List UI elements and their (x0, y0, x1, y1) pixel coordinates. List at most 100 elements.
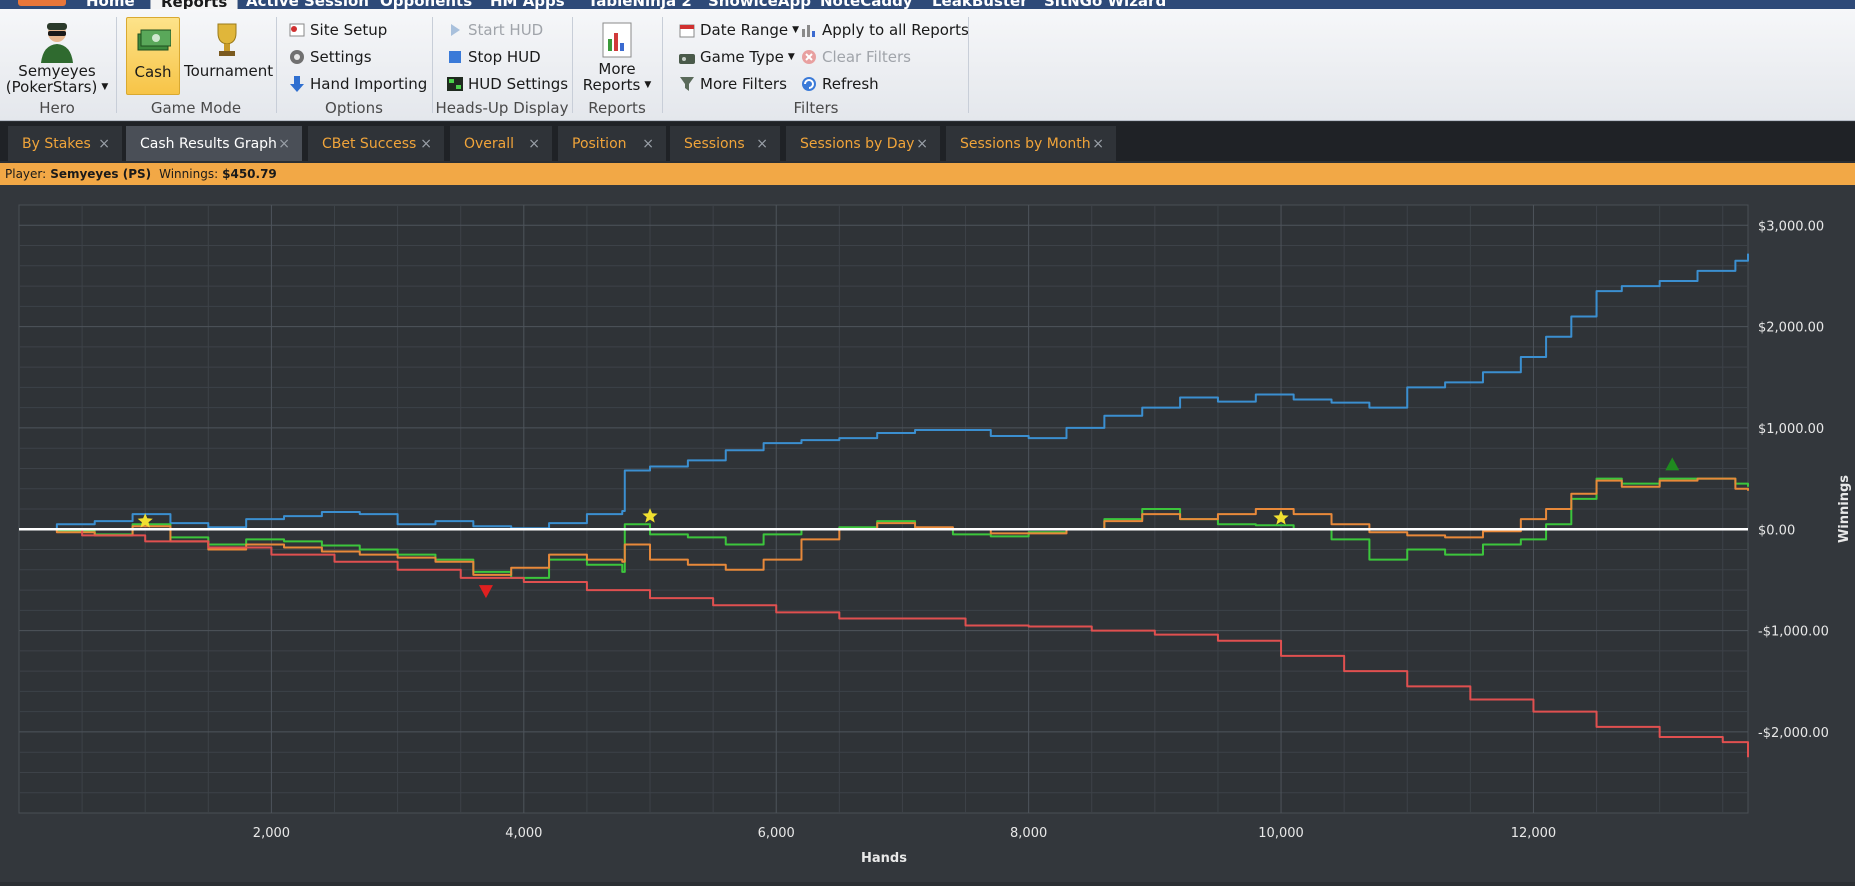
apply-filter-icon (800, 21, 818, 39)
reports-group-label: Reports (588, 99, 646, 117)
tab-sessions-by-day[interactable]: Sessions by Day × (786, 126, 940, 161)
date-range-button[interactable]: Date Range ▼ (678, 18, 799, 42)
refresh-button[interactable]: Refresh (800, 72, 879, 96)
menu-home[interactable]: Home (86, 0, 135, 9)
tournament-label: Tournament (184, 62, 274, 80)
cash-button[interactable]: Cash (126, 17, 180, 95)
y-axis-label: Winnings (1837, 475, 1852, 543)
tab-sessions-by-month[interactable]: Sessions by Month × (946, 126, 1116, 161)
player-label: Player: (5, 167, 47, 181)
tab-label: Sessions (684, 135, 745, 152)
ribbon-divider (432, 17, 433, 113)
close-icon[interactable]: × (1092, 136, 1104, 152)
game-type-button[interactable]: Game Type ▼ (678, 45, 795, 69)
site-setup-icon (288, 21, 306, 39)
game-type-icon (678, 48, 696, 66)
menu-leakbuster[interactable]: LeakBuster (932, 0, 1028, 9)
ribbon-divider (662, 17, 663, 113)
ribbon-divider (276, 17, 277, 113)
hand-importing-label: Hand Importing (310, 75, 428, 93)
report-tab-bar: By Stakes × Cash Results Graph × CBet Succ… (0, 122, 1855, 161)
close-icon[interactable]: × (642, 136, 654, 152)
close-icon[interactable]: × (98, 136, 110, 152)
menu-hm-apps[interactable]: HM Apps (490, 0, 565, 9)
tournament-button[interactable]: Tournament (184, 17, 274, 95)
x-tick-label: 2,000 (253, 826, 290, 841)
ribbon-divider (968, 17, 969, 113)
y-tick-label: $2,000.00 (1758, 321, 1824, 336)
apply-all-reports-label: Apply to all Reports (822, 21, 969, 39)
tab-overall[interactable]: Overall × (450, 126, 552, 161)
tab-position[interactable]: Position × (558, 126, 666, 161)
game-mode-group-label: Game Mode (150, 99, 242, 117)
options-group-label: Options (325, 99, 383, 117)
site-setup-label: Site Setup (310, 21, 388, 39)
menu-active-session[interactable]: Active Session (246, 0, 369, 9)
hero-button[interactable]: Semyeyes (PokerStars) ▼ (6, 17, 108, 95)
x-axis-ticks: 2,000 4,000 6,000 8,000 10,000 12,000 (253, 826, 1556, 841)
start-hud-button[interactable]: Start HUD (446, 18, 543, 42)
date-range-label: Date Range (700, 21, 789, 39)
app-menu-button[interactable] (18, 0, 66, 6)
player-value: Semyeyes (PS) (50, 167, 152, 181)
site-setup-button[interactable]: Site Setup (288, 18, 387, 42)
more-filters-button[interactable]: More Filters (678, 72, 787, 96)
menu-notecaddy[interactable]: NoteCaddy (820, 0, 913, 9)
ribbon: Semyeyes (PokerStars) ▼ Hero Cash Tournam… (0, 9, 1855, 121)
winnings-label: Winnings: (159, 167, 219, 181)
results-chart: 2,000 4,000 6,000 8,000 10,000 12,000 $3,000.… (18, 204, 1852, 866)
ribbon-divider (116, 17, 117, 113)
main-menu-bar: Home Reports Active Session Opponents HM… (0, 0, 1855, 9)
close-icon[interactable]: × (420, 136, 432, 152)
hud-group-label: Heads-Up Display (435, 99, 569, 117)
close-icon[interactable]: × (756, 136, 768, 152)
hud-settings-icon (446, 75, 464, 93)
play-icon (446, 21, 464, 39)
stop-hud-button[interactable]: Stop HUD (446, 45, 541, 69)
chevron-down-icon: ▼ (644, 80, 652, 90)
x-axis-label: Hands (861, 851, 907, 866)
game-type-label: Game Type (700, 48, 784, 66)
hand-importing-button[interactable]: Hand Importing (288, 72, 427, 96)
hud-group: Start HUD Stop HUD HUD Settings Heads-Up… (434, 13, 570, 119)
y-tick-label: $1,000.00 (1758, 422, 1824, 437)
trophy-icon (217, 23, 237, 56)
avatar-icon (41, 23, 73, 63)
x-tick-label: 6,000 (758, 826, 795, 841)
reports-group: More Reports ▼ Reports (574, 13, 660, 119)
start-hud-label: Start HUD (468, 21, 544, 39)
menu-sitngo-wizard[interactable]: SitNGo Wizard (1044, 0, 1166, 9)
more-reports-button[interactable]: More Reports ▼ (578, 17, 656, 95)
close-icon[interactable]: × (528, 136, 540, 152)
close-icon[interactable]: × (278, 136, 290, 152)
stop-icon (446, 48, 464, 66)
tab-by-stakes[interactable]: By Stakes × (8, 126, 122, 161)
tab-label: Overall (464, 135, 515, 152)
hud-settings-button[interactable]: HUD Settings (446, 72, 568, 96)
tab-label: CBet Success (322, 135, 417, 152)
tab-sessions[interactable]: Sessions × (670, 126, 780, 161)
menu-opponents[interactable]: Opponents (380, 0, 472, 9)
settings-button[interactable]: Settings (288, 45, 372, 69)
chevron-down-icon: ▼ (792, 25, 800, 35)
settings-label: Settings (310, 48, 372, 66)
tab-cbet-success[interactable]: CBet Success × (308, 126, 444, 161)
chevron-down-icon: ▼ (787, 52, 795, 62)
menu-showiceapp[interactable]: ShowiceApp (708, 0, 811, 9)
tab-label: By Stakes (22, 135, 91, 152)
stop-hud-label: Stop HUD (468, 48, 541, 66)
tab-cash-results-graph[interactable]: Cash Results Graph × (126, 126, 302, 161)
close-icon[interactable]: × (916, 136, 928, 152)
apply-all-reports-button[interactable]: Apply to all Reports (800, 18, 969, 42)
y-tick-label: $0.00 (1758, 523, 1795, 538)
tab-label: Position (572, 135, 627, 152)
menu-tableninja[interactable]: TableNinja 2 (588, 0, 692, 9)
clear-filters-button[interactable]: Clear Filters (800, 45, 911, 69)
winnings-value: $450.79 (222, 167, 277, 181)
more-reports-label-1: More (598, 60, 636, 78)
options-group: Site Setup Settings Hand Importing Optio… (278, 13, 430, 119)
tab-label: Sessions by Day (800, 135, 915, 152)
y-tick-label: $3,000.00 (1758, 219, 1824, 234)
x-tick-label: 10,000 (1258, 826, 1304, 841)
menu-reports[interactable]: Reports (150, 0, 239, 9)
